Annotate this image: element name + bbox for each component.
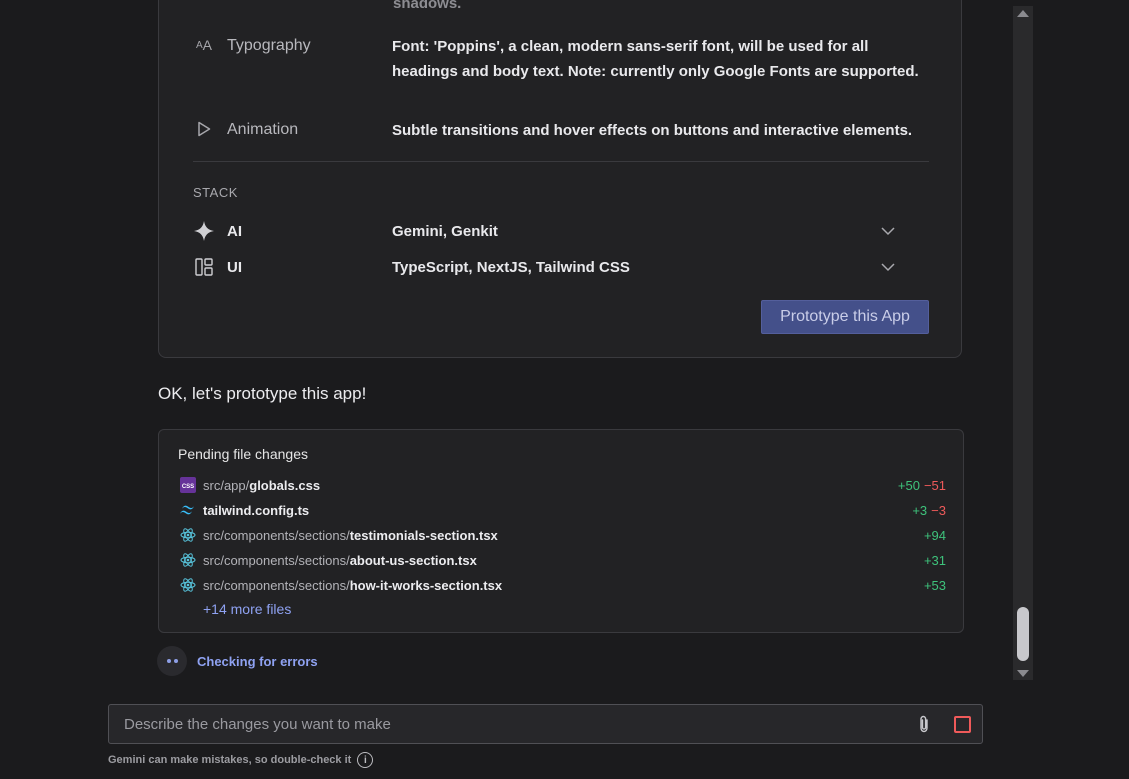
scroll-down-arrow-icon[interactable] xyxy=(1017,670,1029,677)
additions: +50 xyxy=(897,477,920,493)
typography-icon: AA xyxy=(195,37,212,53)
pending-changes-card: Pending file changes CSS src/app/globals… xyxy=(158,429,964,633)
stack-heading: STACK xyxy=(193,185,238,200)
react-icon xyxy=(180,552,196,568)
file-row[interactable]: src/components/sections/about-us-section… xyxy=(180,550,946,570)
file-dir: src/components/sections/ xyxy=(203,577,350,593)
file-row[interactable]: src/components/sections/testimonials-sec… xyxy=(180,525,946,545)
disclaimer-text: Gemini can make mistakes, so double-chec… xyxy=(108,754,352,766)
deletions: −3 xyxy=(931,502,946,518)
divider xyxy=(193,161,929,162)
stack-ui-value: TypeScript, NextJS, Tailwind CSS xyxy=(392,258,630,276)
react-icon xyxy=(180,527,196,543)
additions: +53 xyxy=(923,577,946,593)
chevron-down-icon[interactable] xyxy=(881,223,895,239)
scrollbar[interactable] xyxy=(1013,6,1033,680)
stack-ai-label: AI xyxy=(227,222,242,240)
loading-dots-icon xyxy=(157,646,187,676)
info-icon[interactable]: i xyxy=(357,752,374,768)
layout-icon xyxy=(193,256,215,278)
composer xyxy=(108,704,983,744)
file-dir: src/app/ xyxy=(203,477,250,493)
clipped-text: shadows. xyxy=(393,0,462,12)
svg-text:CSS: CSS xyxy=(182,484,194,490)
stack-row-ui[interactable]: UI TypeScript, NextJS, Tailwind CSS xyxy=(193,256,929,278)
disclaimer: Gemini can make mistakes, so double-chec… xyxy=(108,752,374,768)
stack-row-ai[interactable]: AI Gemini, Genkit xyxy=(193,220,929,242)
chevron-down-icon[interactable] xyxy=(881,259,895,275)
additions: +31 xyxy=(923,552,946,568)
animation-label: Animation xyxy=(227,121,299,138)
stack-ui-label: UI xyxy=(227,258,242,276)
play-icon xyxy=(193,118,215,140)
file-dir: src/components/sections/ xyxy=(203,552,350,568)
animation-row: Animation Subtle transitions and hover e… xyxy=(193,118,932,143)
css-icon: CSS xyxy=(180,477,196,493)
file-row[interactable]: tailwind.config.ts +3 −3 xyxy=(180,500,946,520)
scroll-up-arrow-icon[interactable] xyxy=(1017,10,1029,17)
sparkle-icon xyxy=(193,220,215,242)
deletions: −51 xyxy=(923,477,946,493)
scrollbar-thumb[interactable] xyxy=(1017,607,1029,661)
assistant-message: OK, let's prototype this app! xyxy=(158,384,367,403)
more-files-link[interactable]: +14 more files xyxy=(203,601,291,617)
typography-label: Typography xyxy=(227,37,311,54)
file-name: how-it-works-section.tsx xyxy=(349,577,503,593)
file-name: about-us-section.tsx xyxy=(349,552,477,568)
react-icon xyxy=(180,577,196,593)
blueprint-card: shadows. AA Typography Font: 'Poppins', … xyxy=(158,0,962,358)
tailwind-icon xyxy=(180,502,196,518)
stack-ai-value: Gemini, Genkit xyxy=(392,222,498,240)
paperclip-icon[interactable] xyxy=(915,714,933,734)
prompt-input[interactable] xyxy=(109,705,914,743)
file-dir: src/components/sections/ xyxy=(203,527,350,543)
additions: +94 xyxy=(923,527,946,543)
animation-value: Subtle transitions and hover effects on … xyxy=(392,122,913,139)
file-row[interactable]: src/components/sections/how-it-works-sec… xyxy=(180,575,946,595)
status-indicator: Checking for errors xyxy=(157,646,318,676)
additions: +3 xyxy=(912,502,928,518)
typography-row: AA Typography Font: 'Poppins', a clean, … xyxy=(193,34,932,84)
pending-title: Pending file changes xyxy=(178,446,308,462)
typography-value: Font: 'Poppins', a clean, modern sans-se… xyxy=(392,38,919,80)
prototype-app-button[interactable]: Prototype this App xyxy=(761,300,929,334)
file-name: globals.css xyxy=(249,477,321,493)
file-row[interactable]: CSS src/app/globals.css +50 −51 xyxy=(180,475,946,495)
status-text: Checking for errors xyxy=(197,653,318,669)
file-name: testimonials-section.tsx xyxy=(349,527,498,543)
file-name: tailwind.config.ts xyxy=(203,502,310,518)
stop-icon[interactable] xyxy=(954,716,971,733)
